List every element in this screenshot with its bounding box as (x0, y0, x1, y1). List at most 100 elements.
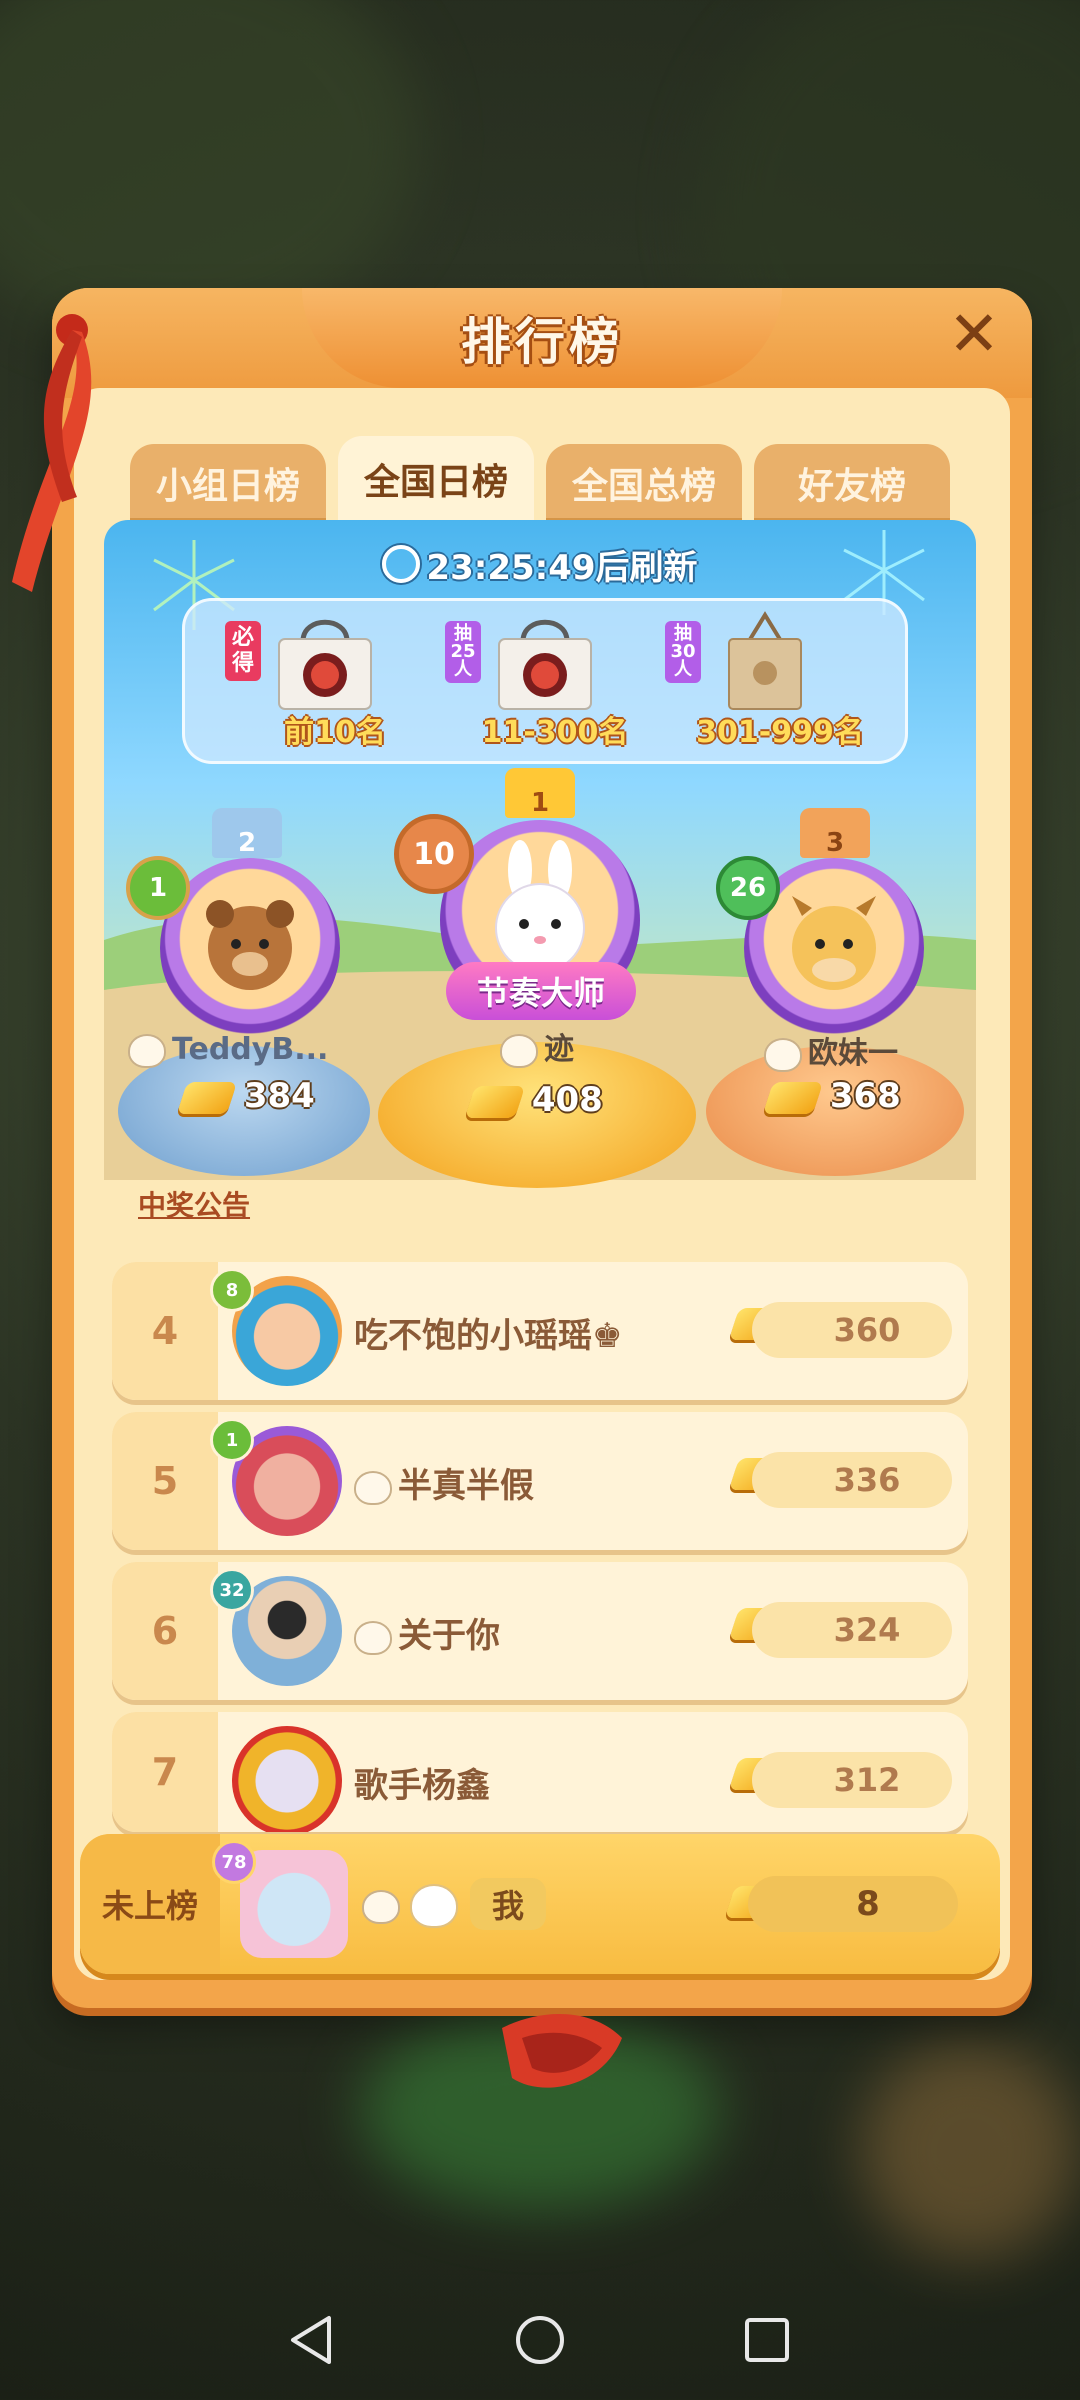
recents-square-icon (744, 2318, 789, 2362)
gold-bar-icon (464, 1085, 526, 1118)
level-value: 78 (221, 1851, 247, 1873)
table-row[interactable]: 6 32 关于你 324 (112, 1562, 968, 1700)
podium-name-third: 欧妹一 (764, 1028, 898, 1072)
score-value: 336 (752, 1452, 952, 1508)
calf-avatar-icon (792, 896, 876, 990)
back-button[interactable] (273, 2300, 353, 2380)
score-value: 368 (829, 1076, 901, 1116)
me-tag: 我 (470, 1878, 546, 1930)
tab-national-daily[interactable]: 全国日榜 (338, 436, 534, 522)
prize-label: 前10名 (284, 715, 386, 750)
title-badge-text: 节奏大师 (476, 974, 605, 1012)
prize-tag: 抽30人 (665, 621, 701, 683)
tab-group-daily[interactable]: 小组日榜 (130, 444, 326, 522)
title-bar: 排行榜 ✕ (52, 288, 1032, 398)
level-badge: 78 (212, 1840, 256, 1884)
tab-bar: 小组日榜 全国日榜 全国总榜 好友榜 (130, 436, 950, 526)
player-avatar (232, 1726, 342, 1832)
level-badge: 8 (210, 1268, 254, 1312)
rank-number: 7 (112, 1712, 218, 1832)
score-value: 360 (752, 1302, 952, 1358)
player-name: 吃不饱的小瑶瑶♚ (354, 1316, 623, 1356)
rank-crown-third: 3 (800, 808, 870, 858)
gold-bar-icon (762, 1081, 824, 1114)
score-value: 384 (243, 1076, 315, 1116)
prize-tag: 必得 (225, 621, 261, 681)
player-name: 歌手杨鑫 (354, 1766, 490, 1806)
rank-number: 5 (112, 1412, 218, 1550)
podium-name-second: TeddyB... (128, 1032, 328, 1068)
tab-label: 小组日榜 (155, 466, 300, 507)
level-value: 26 (729, 873, 767, 903)
podium-score-third: 368 (762, 1076, 901, 1116)
prize-label: 301-999名 (696, 715, 864, 750)
prize-panel: 必得 前10名 抽25人 11-300名 抽30人 301-999名 (182, 598, 908, 764)
rabbit-icon (500, 1033, 538, 1068)
prize-top10[interactable]: 必得 前10名 (225, 611, 445, 761)
level-badge: 32 (210, 1568, 254, 1612)
my-score-value: 8 (748, 1876, 958, 1932)
prize-11-300[interactable]: 抽25人 11-300名 (445, 611, 665, 761)
tab-label: 全国日榜 (363, 462, 508, 503)
clock-icon (382, 545, 421, 583)
title-badge: 节奏大师 (446, 962, 636, 1020)
tab-label: 全国总榜 (571, 466, 716, 507)
gold-bar-icon (176, 1081, 238, 1114)
rabbit-icon (354, 1470, 392, 1505)
level-value: 1 (148, 873, 168, 903)
player-name: 欧妹一 (808, 1036, 898, 1071)
tab-national-total[interactable]: 全国总榜 (546, 444, 742, 522)
tote-bag-icon (278, 619, 372, 710)
player-name-text: 关于你 (398, 1616, 500, 1656)
rank-crown-first: 1 (505, 768, 575, 818)
back-triangle-icon (291, 2316, 332, 2364)
level-badge: 1 (210, 1418, 254, 1462)
home-circle-icon (515, 2316, 564, 2364)
level-value: 10 (413, 836, 455, 872)
tab-friends[interactable]: 好友榜 (754, 444, 950, 522)
home-button[interactable] (500, 2300, 580, 2380)
system-nav-bar (0, 2280, 1080, 2400)
ribbon-decoration-icon (12, 314, 92, 592)
recents-button[interactable] (727, 2300, 807, 2380)
page-title: 排行榜 (461, 313, 623, 371)
close-button[interactable]: ✕ (942, 303, 1006, 368)
ribbon-knot-icon (502, 2014, 622, 2088)
my-rank-label: 未上榜 (80, 1834, 220, 1974)
podium-score-first: 408 (464, 1080, 603, 1120)
rank-crown-second: 2 (212, 808, 282, 858)
rabbit-white-icon (410, 1884, 458, 1928)
level-badge: 1 (126, 856, 190, 920)
level-badge: 10 (394, 814, 474, 894)
bear-avatar-icon (206, 900, 294, 990)
title-plaque: 排行榜 (302, 288, 782, 388)
prize-tag: 抽25人 (445, 621, 481, 683)
rabbit-icon (354, 1620, 392, 1655)
podium-score-second: 384 (176, 1076, 315, 1116)
table-row[interactable]: 5 1 半真半假 336 (112, 1412, 968, 1550)
rank-number: 2 (237, 828, 257, 858)
rabbit-icon (128, 1033, 166, 1068)
canvas-bag-icon (728, 611, 802, 710)
my-rank-bar[interactable]: 未上榜 78 我 8 (80, 1834, 1000, 1974)
rabbit-icon (764, 1037, 802, 1072)
player-name: 迹 (544, 1032, 574, 1067)
prize-301-999[interactable]: 抽30人 301-999名 (665, 611, 895, 761)
score-value: 408 (531, 1080, 603, 1120)
rank-number: 4 (112, 1262, 218, 1400)
table-row[interactable]: 7 歌手杨鑫 312 (112, 1712, 968, 1832)
tab-label: 好友榜 (797, 466, 906, 507)
refresh-timer: 23:25:49后刷新 (104, 540, 976, 589)
winner-announcement-link[interactable]: 中奖公告 (138, 1184, 250, 1224)
table-row[interactable]: 4 8 吃不饱的小瑶瑶♚ 360 (112, 1262, 968, 1400)
rank-number: 6 (112, 1562, 218, 1700)
prize-label: 11-300名 (481, 715, 629, 750)
player-name: 关于你 (354, 1608, 500, 1657)
player-name: TeddyB... (172, 1032, 329, 1067)
score-value: 324 (752, 1602, 952, 1658)
level-badge: 26 (716, 856, 780, 920)
rank-number: 1 (530, 788, 550, 818)
rank-number: 3 (825, 828, 845, 858)
rabbit-icon (362, 1890, 400, 1924)
tote-bag-icon (498, 619, 592, 710)
